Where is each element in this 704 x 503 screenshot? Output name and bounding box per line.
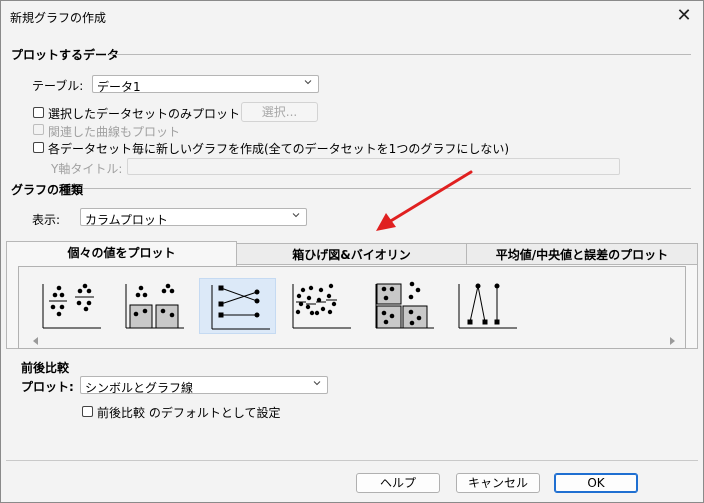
tab-individual-values[interactable]: 個々の値をプロット (6, 241, 237, 266)
create-graph-dialog: 新規グラフの作成 ✕ プロットするデータ テーブル: データ1 選択したデータセ… (0, 0, 704, 503)
